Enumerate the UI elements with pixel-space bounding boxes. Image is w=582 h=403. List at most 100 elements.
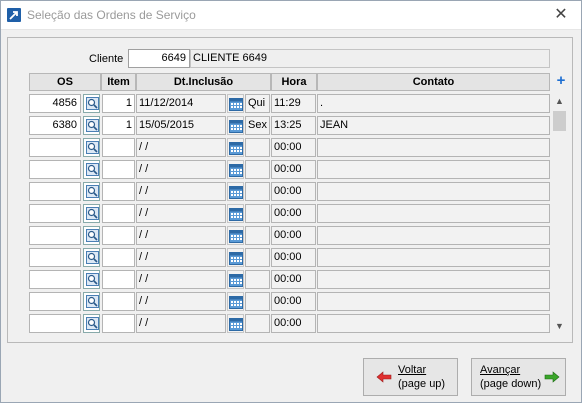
hora-field[interactable]: 13:25	[271, 116, 316, 135]
contato-field[interactable]	[317, 138, 550, 157]
os-field[interactable]	[29, 270, 81, 289]
table-row[interactable]: / / 00:00	[1, 292, 582, 312]
vertical-scrollbar[interactable]: ▲ ▼	[551, 93, 568, 335]
scroll-up-icon[interactable]: ▲	[551, 93, 568, 110]
weekday-field	[245, 204, 270, 223]
calendar-icon[interactable]	[227, 248, 244, 267]
item-field[interactable]	[102, 292, 135, 311]
table-row[interactable]: 6380 1 15/05/2015 Sex 13:25 JEAN	[1, 116, 582, 136]
calendar-icon[interactable]	[227, 116, 244, 135]
contato-field[interactable]	[317, 160, 550, 179]
calendar-icon[interactable]	[227, 160, 244, 179]
contato-field[interactable]	[317, 248, 550, 267]
hora-field[interactable]: 00:00	[271, 248, 316, 267]
item-field[interactable]	[102, 314, 135, 333]
table-row[interactable]: / / 00:00	[1, 204, 582, 224]
calendar-icon[interactable]	[227, 204, 244, 223]
lookup-icon[interactable]	[83, 226, 100, 245]
item-field[interactable]	[102, 160, 135, 179]
contato-field[interactable]	[317, 182, 550, 201]
date-field[interactable]: / /	[136, 226, 226, 245]
date-field[interactable]: / /	[136, 270, 226, 289]
table-row[interactable]: / / 00:00	[1, 314, 582, 334]
item-field[interactable]	[102, 182, 135, 201]
os-field[interactable]	[29, 248, 81, 267]
calendar-icon[interactable]	[227, 94, 244, 113]
os-field[interactable]	[29, 204, 81, 223]
hora-field[interactable]: 00:00	[271, 270, 316, 289]
avancar-button[interactable]: Avançar (page down)	[471, 358, 566, 396]
date-field[interactable]: / /	[136, 204, 226, 223]
header-item: Item	[101, 73, 136, 91]
date-field[interactable]: / /	[136, 138, 226, 157]
date-field[interactable]: 11/12/2014	[136, 94, 226, 113]
lookup-icon[interactable]	[83, 270, 100, 289]
os-field[interactable]	[29, 314, 81, 333]
item-field[interactable]: 1	[102, 116, 135, 135]
scroll-down-icon[interactable]: ▼	[551, 318, 568, 335]
os-field[interactable]	[29, 226, 81, 245]
lookup-icon[interactable]	[83, 292, 100, 311]
item-field[interactable]	[102, 270, 135, 289]
table-row[interactable]: / / 00:00	[1, 226, 582, 246]
lookup-icon[interactable]	[83, 204, 100, 223]
item-field[interactable]	[102, 138, 135, 157]
lookup-icon[interactable]	[83, 248, 100, 267]
lookup-icon[interactable]	[83, 160, 100, 179]
table-row[interactable]: 4856 1 11/12/2014 Qui 11:29.	[1, 94, 582, 114]
table-row[interactable]: / / 00:00	[1, 160, 582, 180]
date-field[interactable]: / /	[136, 160, 226, 179]
scroll-thumb[interactable]	[553, 111, 566, 131]
lookup-icon[interactable]	[83, 138, 100, 157]
lookup-icon[interactable]	[83, 182, 100, 201]
date-field[interactable]: 15/05/2015	[136, 116, 226, 135]
date-field[interactable]: / /	[136, 314, 226, 333]
os-field[interactable]	[29, 138, 81, 157]
lookup-icon[interactable]	[83, 116, 100, 135]
date-field[interactable]: / /	[136, 248, 226, 267]
table-row[interactable]: / / 00:00	[1, 138, 582, 158]
contato-field[interactable]	[317, 226, 550, 245]
lookup-icon[interactable]	[83, 94, 100, 113]
calendar-icon[interactable]	[227, 138, 244, 157]
contato-field[interactable]: JEAN	[317, 116, 550, 135]
hora-field[interactable]: 00:00	[271, 292, 316, 311]
contato-field[interactable]	[317, 314, 550, 333]
calendar-icon[interactable]	[227, 182, 244, 201]
contato-field[interactable]: .	[317, 94, 550, 113]
hora-field[interactable]: 00:00	[271, 204, 316, 223]
table-row[interactable]: / / 00:00	[1, 182, 582, 202]
contato-field[interactable]	[317, 204, 550, 223]
contato-field[interactable]	[317, 292, 550, 311]
contato-field[interactable]	[317, 270, 550, 289]
os-field[interactable]: 6380	[29, 116, 81, 135]
item-field[interactable]	[102, 226, 135, 245]
table-row[interactable]: / / 00:00	[1, 248, 582, 268]
hora-field[interactable]: 00:00	[271, 160, 316, 179]
calendar-icon[interactable]	[227, 226, 244, 245]
cliente-code-field[interactable]: 6649	[128, 49, 190, 68]
close-icon[interactable]: ✕	[547, 4, 575, 26]
date-field[interactable]: / /	[136, 182, 226, 201]
table-row[interactable]: / / 00:00	[1, 270, 582, 290]
item-field[interactable]	[102, 248, 135, 267]
item-field[interactable]: 1	[102, 94, 135, 113]
add-row-icon[interactable]: +	[554, 73, 568, 88]
hora-field[interactable]: 00:00	[271, 182, 316, 201]
voltar-button[interactable]: Voltar (page up)	[363, 358, 458, 396]
os-field[interactable]	[29, 160, 81, 179]
item-field[interactable]	[102, 204, 135, 223]
os-field[interactable]: 4856	[29, 94, 81, 113]
hora-field[interactable]: 11:29	[271, 94, 316, 113]
os-field[interactable]	[29, 182, 81, 201]
os-field[interactable]	[29, 292, 81, 311]
weekday-field	[245, 314, 270, 333]
date-field[interactable]: / /	[136, 292, 226, 311]
hora-field[interactable]: 00:00	[271, 138, 316, 157]
hora-field[interactable]: 00:00	[271, 314, 316, 333]
calendar-icon[interactable]	[227, 292, 244, 311]
lookup-icon[interactable]	[83, 314, 100, 333]
hora-field[interactable]: 00:00	[271, 226, 316, 245]
calendar-icon[interactable]	[227, 314, 244, 333]
calendar-icon[interactable]	[227, 270, 244, 289]
